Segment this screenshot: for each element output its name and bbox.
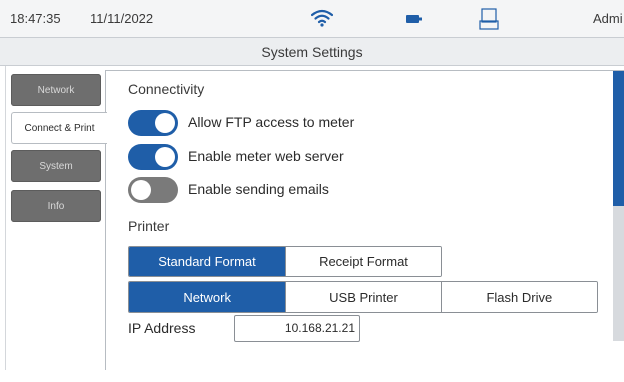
send-emails-toggle[interactable]	[128, 177, 178, 203]
title-bar: System Settings	[0, 38, 624, 66]
web-server-label: Enable meter web server	[188, 148, 344, 164]
standard-format-option[interactable]: Standard Format	[129, 247, 285, 276]
clock-time: 18:47:35	[10, 11, 61, 26]
printer-heading: Printer	[128, 218, 170, 234]
toggle-knob	[131, 180, 151, 200]
tab-label: Connect & Print	[24, 122, 95, 134]
print-destination-selector: Network USB Printer Flash Drive	[128, 281, 598, 313]
wifi-icon	[311, 9, 333, 27]
ip-address-field[interactable]: 10.168.21.21	[234, 315, 360, 342]
page-title: System Settings	[261, 44, 363, 60]
toggle-knob	[155, 113, 175, 133]
send-emails-label: Enable sending emails	[188, 181, 329, 197]
flash-drive-option[interactable]: Flash Drive	[440, 282, 597, 312]
scrollbar-thumb[interactable]	[613, 71, 624, 206]
ftp-access-label: Allow FTP access to meter	[188, 114, 355, 130]
bottom-strip	[0, 370, 624, 382]
user-name[interactable]: Admi	[593, 11, 623, 26]
tab-label: Network	[37, 84, 75, 96]
usb-printer-option[interactable]: USB Printer	[285, 282, 441, 312]
tab-label: Info	[47, 200, 65, 212]
tab-label: System	[39, 160, 73, 172]
ip-address-label: IP Address	[128, 320, 196, 336]
web-server-toggle[interactable]	[128, 144, 178, 170]
receipt-format-option[interactable]: Receipt Format	[285, 247, 441, 276]
tab-connect-print[interactable]: Connect & Print	[11, 112, 107, 144]
tab-network[interactable]: Network	[11, 74, 101, 106]
toggle-knob	[155, 147, 175, 167]
usb-drive-icon	[479, 8, 499, 30]
print-format-selector: Standard Format Receipt Format	[128, 246, 442, 277]
status-bar: 18:47:35 11/11/2022 Admi	[0, 0, 624, 38]
tab-info[interactable]: Info	[11, 190, 101, 222]
left-edge	[0, 66, 6, 382]
network-option[interactable]: Network	[129, 282, 286, 312]
ftp-access-toggle[interactable]	[128, 110, 178, 136]
tab-system[interactable]: System	[11, 150, 101, 182]
battery-icon	[406, 15, 422, 23]
clock-date: 11/11/2022	[90, 11, 154, 26]
connectivity-heading: Connectivity	[128, 81, 205, 97]
